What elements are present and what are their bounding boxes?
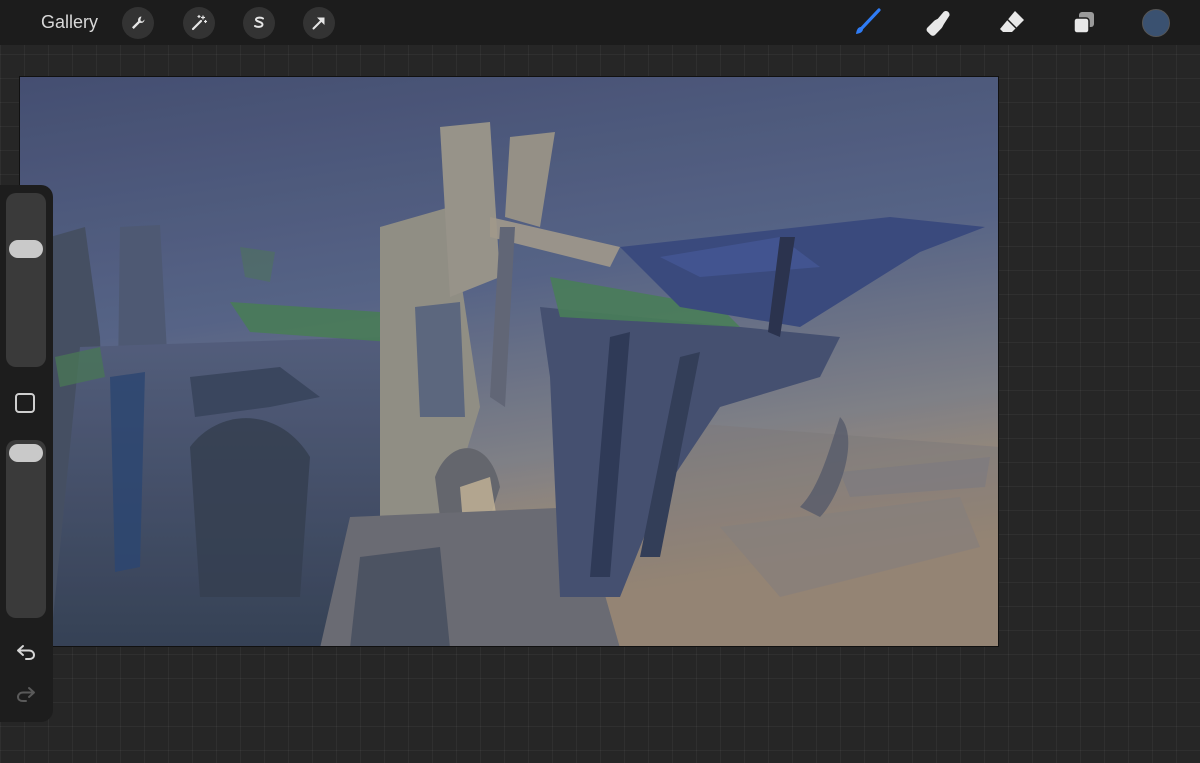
opacity-slider[interactable] <box>6 440 46 618</box>
brush-size-thumb[interactable] <box>9 239 43 258</box>
gallery-button[interactable]: Gallery <box>41 12 98 33</box>
drawing-canvas[interactable] <box>19 76 999 647</box>
color-picker-button[interactable] <box>1142 9 1170 37</box>
redo-arrow-icon <box>16 687 35 702</box>
modify-button[interactable] <box>15 393 35 413</box>
opacity-thumb[interactable] <box>9 444 43 462</box>
arrow-cursor-icon <box>312 17 325 30</box>
smudge-tool-button[interactable] <box>922 6 956 40</box>
eraser-icon <box>1000 11 1024 32</box>
top-toolbar: Gallery <box>0 0 1200 45</box>
eraser-tool-button[interactable] <box>995 6 1029 40</box>
redo-button[interactable] <box>12 682 40 706</box>
actions-button[interactable] <box>122 7 154 39</box>
layers-button[interactable] <box>1067 6 1101 40</box>
magic-wand-icon <box>191 14 208 31</box>
brush-size-slider[interactable] <box>6 193 46 367</box>
brush-icon <box>856 8 881 34</box>
brush-sidebar <box>0 185 53 722</box>
selection-button[interactable] <box>243 7 275 39</box>
transform-button[interactable] <box>303 7 335 39</box>
undo-button[interactable] <box>12 640 40 664</box>
undo-arrow-icon <box>17 645 36 660</box>
layers-icon <box>1073 12 1094 34</box>
smudge-finger-icon <box>926 11 950 36</box>
brush-tool-button[interactable] <box>850 6 884 40</box>
wrench-icon <box>132 16 145 29</box>
canvas-painting <box>20 77 998 646</box>
adjustments-button[interactable] <box>183 7 215 39</box>
selection-s-icon <box>254 16 264 28</box>
